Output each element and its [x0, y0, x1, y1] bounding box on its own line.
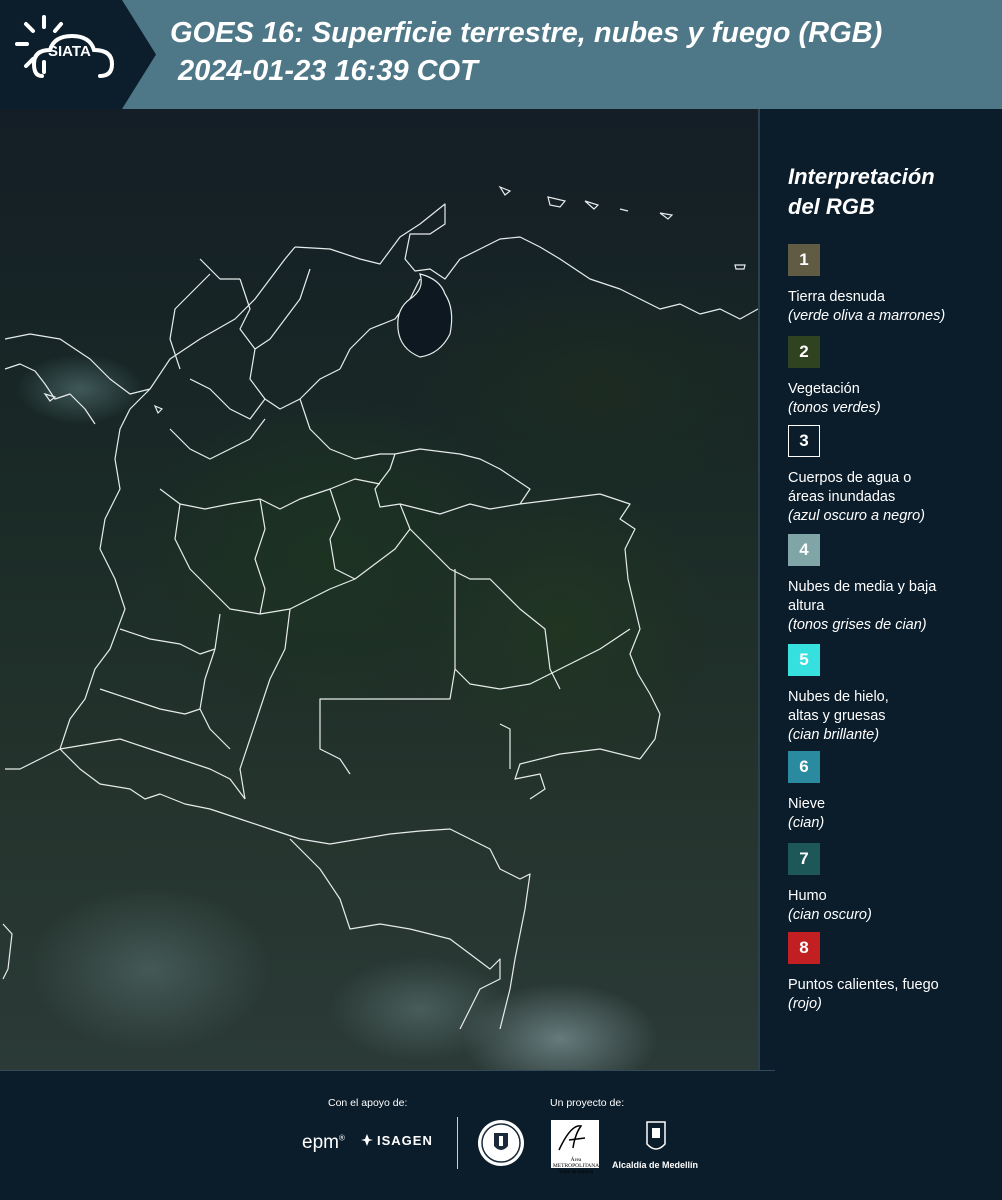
boundary-lines	[2, 185, 758, 1030]
legend-swatch: 5	[788, 644, 820, 676]
legend-swatch: 4	[788, 534, 820, 566]
legend-label: Puntos calientes, fuego	[788, 977, 939, 993]
title-line-2: 2024-01-23 16:39 COT	[178, 55, 478, 87]
isagen-logo-text: ISAGEN	[377, 1133, 433, 1148]
legend-label: Nieve	[788, 796, 826, 812]
footer-divider	[0, 1070, 775, 1071]
legend-item: 5 Nubes de hielo, altas y gruesas (cian …	[788, 644, 998, 745]
legend-swatch: 1	[788, 244, 820, 276]
project-label: Un proyecto de:	[550, 1097, 625, 1109]
legend-swatch: 6	[788, 751, 820, 783]
siata-logo-text: SIATA	[48, 43, 91, 60]
legend-title-line-1: Interpretación	[788, 164, 935, 189]
legend-item: 2 Vegetación (tonos verdes)	[788, 336, 998, 418]
legend-description: (cian)	[788, 815, 825, 831]
legend-item: 7 Humo (cian oscuro)	[788, 843, 998, 925]
legend-item: 1 Tierra desnuda (verde oliva a marrones…	[788, 244, 998, 326]
epm-logo-text: epm	[302, 1132, 339, 1153]
legend-description: (rojo)	[788, 996, 822, 1012]
page-title: GOES 16: Superficie terrestre, nubes y f…	[170, 14, 1000, 90]
legend-label: Cuerpos de agua o áreas inundadas	[788, 470, 912, 505]
area-metropolitana-icon	[558, 1125, 586, 1151]
legend-description: (verde oliva a marrones)	[788, 308, 946, 324]
legend-title: Interpretación del RGB	[788, 162, 988, 222]
satellite-rgb-map	[0, 109, 758, 1070]
map-legend-divider	[758, 109, 760, 1070]
legend-swatch: 2	[788, 336, 820, 368]
lake-maracaibo	[397, 273, 453, 358]
legend-swatch: 3	[788, 425, 820, 457]
legend-item: 3 Cuerpos de agua o áreas inundadas (azu…	[788, 425, 998, 526]
title-line-1: GOES 16: Superficie terrestre, nubes y f…	[170, 17, 883, 49]
alcaldia-medellin-text: Alcaldía de Medellín	[612, 1160, 699, 1170]
isagen-star-icon	[361, 1134, 373, 1146]
medellin-seal-icon	[478, 1120, 524, 1166]
legend-label: Tierra desnuda	[788, 289, 885, 305]
support-label: Con el apoyo de:	[328, 1097, 408, 1109]
medellin-shield-icon	[646, 1121, 666, 1150]
legend-label: Nubes de media y baja altura	[788, 579, 937, 614]
legend-item: 6 Nieve (cian)	[788, 751, 998, 833]
legend-description: (azul oscuro a negro)	[788, 508, 926, 524]
footer-separator	[457, 1117, 458, 1169]
legend-description: (cian oscuro)	[788, 907, 872, 923]
legend-item: 8 Puntos calientes, fuego (rojo)	[788, 932, 998, 1014]
legend-swatch: 7	[788, 843, 820, 875]
isagen-logo: ISAGEN	[360, 1133, 433, 1148]
legend-description: (tonos grises de cian)	[788, 617, 927, 633]
legend-label: Nubes de hielo, altas y gruesas	[788, 689, 889, 724]
epm-logo: epm®	[302, 1132, 345, 1153]
legend-description: (tonos verdes)	[788, 400, 881, 416]
legend-label: Humo	[788, 888, 827, 904]
legend-description: (cian brillante)	[788, 727, 880, 743]
legend-label: Vegetación	[788, 381, 860, 397]
legend-title-line-2: del RGB	[788, 194, 875, 219]
area-metropolitana-text: Área METROPOLITANA Valle de Aburrá	[552, 1157, 600, 1175]
legend-swatch: 8	[788, 932, 820, 964]
legend-item: 4 Nubes de media y baja altura (tonos gr…	[788, 534, 998, 635]
